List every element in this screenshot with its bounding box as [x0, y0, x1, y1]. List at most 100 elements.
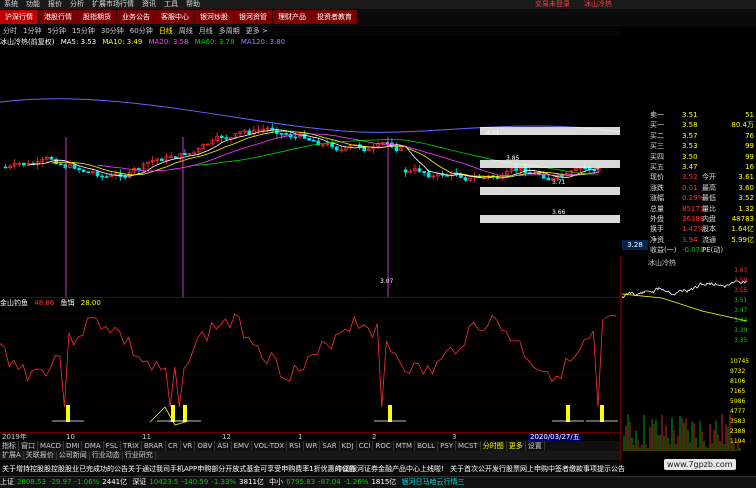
- tab-indicator-15[interactable]: WR: [304, 441, 321, 451]
- menu-analysis[interactable]: 分析: [66, 0, 88, 9]
- period-8[interactable]: 周线: [176, 26, 196, 36]
- tab-indicator-4[interactable]: DMA: [82, 441, 104, 451]
- tab-indicator-9[interactable]: VR: [181, 441, 196, 451]
- tab-hk[interactable]: 港股行情: [39, 10, 78, 24]
- tab-indicator-1[interactable]: 窗口: [19, 441, 38, 451]
- period-3[interactable]: 5分钟: [44, 26, 68, 36]
- tab-related-quote[interactable]: 关联报价: [24, 451, 57, 460]
- period-6[interactable]: 60分钟: [127, 26, 156, 36]
- tab-indicator-7[interactable]: BRAR: [142, 441, 166, 451]
- candle: [160, 158, 164, 162]
- index-cy-name[interactable]: 中小: [269, 478, 283, 486]
- news-item[interactable]: 关于增持控股股控股股业已完成功的公告: [2, 464, 128, 474]
- index-sh-name[interactable]: 上证: [0, 478, 14, 486]
- period-more[interactable]: 更多 >: [243, 26, 271, 36]
- candle: [302, 133, 307, 139]
- trade-status[interactable]: 交易未登录: [531, 0, 574, 9]
- tab-indicator-26[interactable]: 设置: [526, 441, 545, 451]
- tab-industry-news[interactable]: 行业动态: [90, 451, 123, 460]
- tab-indicator-10[interactable]: OBV: [195, 441, 216, 451]
- period-bar: 分时 1分钟 5分钟 15分钟 30分钟 60分钟 日线 周线 月线 多周期 更多 >: [0, 26, 620, 36]
- quote-value: 3.57: [682, 131, 698, 140]
- tab-indicator-13[interactable]: VOL-TDX: [252, 441, 288, 451]
- indicator-name[interactable]: 金山钓鱼: [0, 299, 28, 307]
- tab-indicator-2[interactable]: MACD: [38, 441, 64, 451]
- quote-value: 3.50: [682, 152, 698, 161]
- tab-indicator-16[interactable]: SAR: [320, 441, 340, 451]
- tab-finance[interactable]: 理财产品: [273, 10, 312, 24]
- candle: [183, 153, 187, 156]
- quote-row: 涨幅 0.29% 最低 3.52: [622, 193, 756, 203]
- menu-system[interactable]: 系统: [0, 0, 22, 9]
- quote-value: 36388: [682, 215, 705, 223]
- tab-indicator-18[interactable]: CCI: [357, 441, 374, 451]
- tab-notice[interactable]: 业务公告: [117, 10, 156, 24]
- mini-scale-label: 3.39: [734, 327, 748, 334]
- tab-indicator-20[interactable]: MTM: [394, 441, 416, 451]
- tab-asset[interactable]: 银河资管: [234, 10, 273, 24]
- menu-tools[interactable]: 工具: [160, 0, 182, 9]
- indicator-chart[interactable]: [0, 307, 620, 432]
- menu-quote[interactable]: 报价: [44, 0, 66, 9]
- tab-indicator-11[interactable]: ASI: [215, 441, 232, 451]
- tab-indicator-21[interactable]: BOLL: [415, 441, 439, 451]
- signal-bar: [566, 405, 570, 422]
- menu-function[interactable]: 功能: [22, 0, 44, 9]
- news-item[interactable]: 中国银河证券金融产品中心上线啦!: [336, 464, 444, 474]
- tab-indicator-23[interactable]: MCST: [456, 441, 481, 451]
- tab-education[interactable]: 投资者教育: [312, 10, 358, 24]
- indicator-line-yellow: [149, 406, 186, 426]
- tab-ext-a[interactable]: 扩展A: [0, 451, 24, 460]
- index-sz-name[interactable]: 深证: [132, 478, 146, 486]
- candle: [173, 156, 178, 159]
- period-5[interactable]: 30分钟: [98, 26, 127, 36]
- period-10[interactable]: 多周期: [216, 26, 243, 36]
- tab-indicator-0[interactable]: 指标: [0, 441, 19, 451]
- menu-news[interactable]: 资讯: [138, 0, 160, 9]
- tab-futures[interactable]: 股指期货: [78, 10, 117, 24]
- tab-indicator-24[interactable]: 分时图: [481, 441, 507, 451]
- candle: [86, 171, 91, 174]
- price-band: [480, 215, 620, 223]
- tab-indicator-19[interactable]: ROC: [373, 441, 394, 451]
- mini-vol-label: 4777: [730, 408, 745, 415]
- period-9[interactable]: 月线: [196, 26, 216, 36]
- ma5-label: MA5: 3.53: [60, 38, 97, 46]
- ma60-label: MA60: 3.78: [194, 38, 235, 46]
- tab-industry-research[interactable]: 行业研究: [123, 451, 156, 460]
- quote-row: 总量 85171 量比 1.32: [622, 204, 756, 214]
- quote-label: 换手: [650, 225, 664, 234]
- news-item[interactable]: 关于首次公开发行股票网上申购中签者缴款事项提示公告: [450, 464, 625, 474]
- server-info[interactable]: 银河日马哈云行情三: [402, 478, 465, 486]
- tab-indicator-25[interactable]: 更多: [507, 441, 526, 451]
- tab-indicator-22[interactable]: PSY: [438, 441, 457, 451]
- tab-indicator-17[interactable]: KDJ: [340, 441, 357, 451]
- period-4[interactable]: 15分钟: [69, 26, 98, 36]
- tab-indicator-3[interactable]: DMI: [64, 441, 83, 451]
- candlestick-chart[interactable]: 4.013.853.713.663.07: [0, 47, 620, 297]
- tab-indicator-6[interactable]: TRIX: [121, 441, 142, 451]
- mini-vol-label: 8106: [730, 378, 745, 385]
- tab-indicator-14[interactable]: RSI: [287, 441, 304, 451]
- tab-indicator-5[interactable]: FSL: [104, 441, 121, 451]
- period-2[interactable]: 1分钟: [20, 26, 44, 36]
- tab-trade[interactable]: 银河炒股: [195, 10, 234, 24]
- news-item[interactable]: 关于通过我司手机APP申购部分开放式基金可享受申购费率1折优惠的公告: [128, 464, 356, 474]
- quote-label: 买四: [650, 152, 664, 161]
- tab-indicator-8[interactable]: CR: [166, 441, 181, 451]
- menu-ext-market[interactable]: 扩展市场行情: [88, 0, 138, 9]
- period-7[interactable]: 日线: [156, 26, 176, 36]
- quote-row: 买三 3.53 99: [622, 141, 756, 151]
- quote-number: 51: [745, 111, 754, 119]
- mini-chart[interactable]: 3.63 3.59 3.55 3.51 3.47 3.43 3.39 3.35 10745 973…: [622, 266, 752, 458]
- tab-indicator-12[interactable]: EMV: [232, 441, 252, 451]
- ma120-label: MA120: 3.80: [240, 38, 286, 46]
- tab-company-news[interactable]: 公司新闻: [57, 451, 90, 460]
- menu-help[interactable]: 帮助: [182, 0, 204, 9]
- period-1[interactable]: 分时: [0, 26, 20, 36]
- quote-label: 外盘: [650, 215, 664, 223]
- tab-service[interactable]: 客服中心: [156, 10, 195, 24]
- index-sz-value: 10423.5: [149, 478, 179, 486]
- indicator-value2: 28.00: [80, 299, 101, 307]
- tab-hushen[interactable]: 沪深行情: [0, 10, 39, 24]
